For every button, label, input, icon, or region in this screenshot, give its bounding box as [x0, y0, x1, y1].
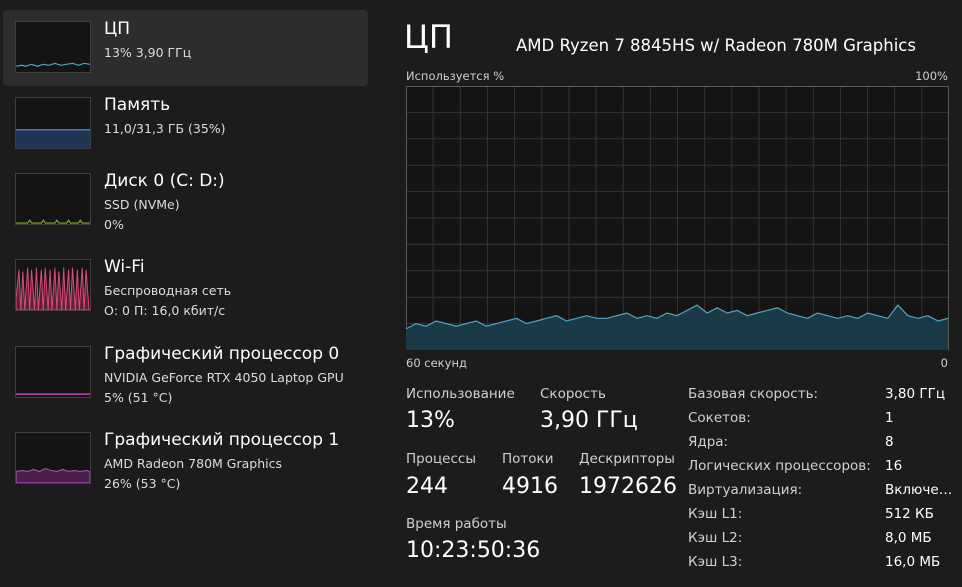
- uptime-label: Время работы: [406, 516, 507, 532]
- sidebar-item-detail: 0%: [104, 217, 124, 232]
- sidebar-item-wifi[interactable]: Wi-Fi Беспроводная сеть О: 0 П: 16,0 кби…: [3, 248, 368, 324]
- sidebar-item-detail: Беспроводная сеть: [104, 283, 232, 298]
- spec-base-speed-label: Базовая скорость:: [688, 386, 819, 402]
- performance-sidebar: ЦП 13% 3,90 ГГц Память 11,0/31,3 ГБ (35%…: [0, 0, 372, 587]
- spec-l2-label: Кэш L2:: [688, 530, 743, 546]
- gpu1-thumbnail-graph: [15, 432, 91, 484]
- sidebar-item-memory[interactable]: Память 11,0/31,3 ГБ (35%): [3, 86, 368, 162]
- task-manager-performance: ЦП 13% 3,90 ГГц Память 11,0/31,3 ГБ (35%…: [0, 0, 962, 587]
- sidebar-item-gpu0[interactable]: Графический процессор 0 NVIDIA GeForce R…: [3, 335, 368, 411]
- sidebar-item-cpu[interactable]: ЦП 13% 3,90 ГГц: [3, 10, 368, 86]
- spec-base-speed-value: 3,80 ГГц: [885, 386, 946, 402]
- speed-label: Скорость: [540, 386, 606, 402]
- graph-time-label: 60 секунд: [406, 356, 467, 370]
- spec-l3-label: Кэш L3:: [688, 554, 743, 570]
- sidebar-item-detail: 13% 3,90 ГГц: [104, 45, 192, 60]
- spec-logical-value: 16: [885, 458, 903, 474]
- threads-label: Потоки: [502, 451, 554, 467]
- usage-value: 13%: [406, 408, 455, 433]
- graph-max-label: 100%: [915, 69, 948, 83]
- page-title: ЦП: [404, 18, 453, 56]
- wifi-thumbnail-graph: [15, 259, 91, 311]
- usage-label: Использование: [406, 386, 515, 402]
- sidebar-item-detail: 26% (53 °C): [104, 476, 181, 491]
- speed-value: 3,90 ГГц: [540, 408, 638, 433]
- spec-logical-label: Логических процессоров:: [688, 458, 871, 474]
- spec-virtualization-label: Виртуализация:: [688, 482, 803, 498]
- disk-thumbnail-graph: [15, 173, 91, 225]
- graph-zero-label: 0: [940, 356, 948, 370]
- sidebar-item-detail: 5% (51 °C): [104, 390, 173, 405]
- sidebar-item-title: Графический процессор 0: [104, 344, 340, 364]
- memory-thumbnail-graph: [15, 97, 91, 149]
- spec-l1-value: 512 КБ: [885, 506, 934, 522]
- sidebar-item-title: Диск 0 (C: D:): [104, 171, 225, 191]
- graph-y-label: Используется %: [406, 69, 505, 83]
- sidebar-item-detail: NVIDIA GeForce RTX 4050 Laptop GPU: [104, 370, 344, 385]
- sidebar-item-detail: 11,0/31,3 ГБ (35%): [104, 121, 226, 136]
- sidebar-item-detail: AMD Radeon 780M Graphics: [104, 456, 282, 471]
- spec-cores-value: 8: [885, 434, 894, 450]
- sidebar-item-detail: SSD (NVMe): [104, 197, 180, 212]
- processes-value: 244: [406, 474, 448, 499]
- spec-l2-value: 8,0 МБ: [885, 530, 932, 546]
- sidebar-item-title: Wi-Fi: [104, 257, 145, 277]
- sidebar-item-title: Память: [104, 95, 171, 115]
- cpu-detail-panel: ЦП AMD Ryzen 7 8845HS w/ Radeon 780M Gra…: [372, 0, 962, 587]
- spec-sockets-label: Сокетов:: [688, 410, 751, 426]
- uptime-value: 10:23:50:36: [406, 538, 541, 563]
- cpu-usage-graph: [406, 86, 949, 350]
- sidebar-item-title: Графический процессор 1: [104, 430, 340, 450]
- spec-virtualization-value: Включе…: [885, 482, 953, 498]
- sidebar-item-title: ЦП: [104, 19, 130, 39]
- sidebar-item-disk[interactable]: Диск 0 (C: D:) SSD (NVMe) 0%: [3, 162, 368, 238]
- sidebar-item-detail: О: 0 П: 16,0 кбит/с: [104, 303, 226, 318]
- spec-cores-label: Ядра:: [688, 434, 729, 450]
- gpu0-thumbnail-graph: [15, 346, 91, 398]
- cpu-thumbnail-graph: [15, 21, 91, 73]
- spec-l3-value: 16,0 МБ: [885, 554, 941, 570]
- spec-sockets-value: 1: [885, 410, 894, 426]
- sidebar-item-gpu1[interactable]: Графический процессор 1 AMD Radeon 780M …: [3, 421, 368, 497]
- cpu-usage-graph-svg: [406, 86, 949, 350]
- handles-label: Дескрипторы: [579, 451, 675, 467]
- threads-value: 4916: [502, 474, 558, 499]
- handles-value: 1972626: [579, 474, 677, 499]
- processes-label: Процессы: [406, 451, 476, 467]
- cpu-model-name: AMD Ryzen 7 8845HS w/ Radeon 780M Graphi…: [516, 36, 916, 55]
- spec-l1-label: Кэш L1:: [688, 506, 743, 522]
